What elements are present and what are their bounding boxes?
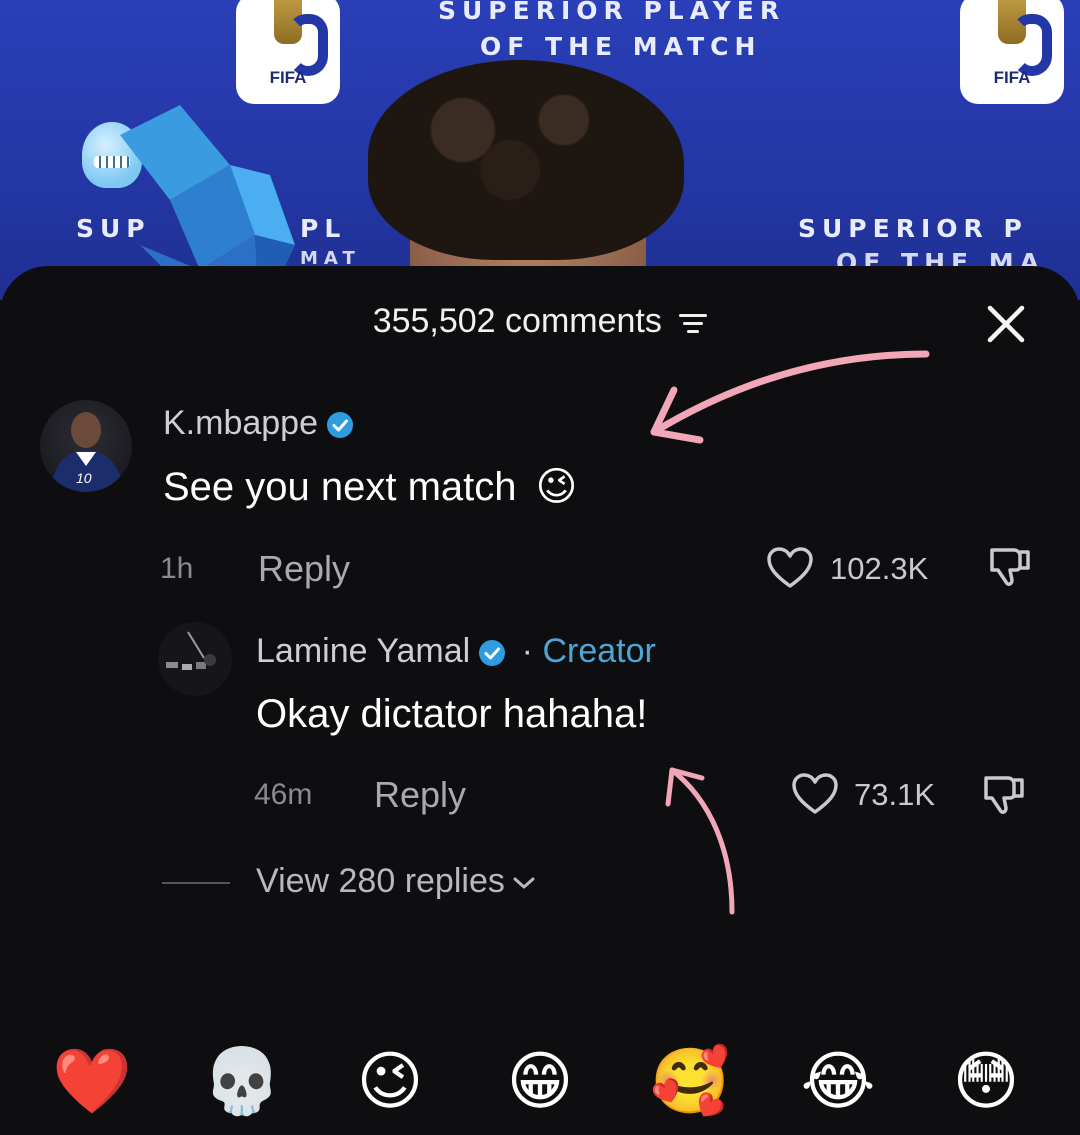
fifa-label: FIFA [993,68,1031,87]
flushed-emoji-button[interactable]: 😳 [948,1044,1024,1120]
player-photo [360,60,690,300]
reply-button[interactable]: Reply [258,548,350,590]
comment-time: 46m [254,778,313,811]
skull-emoji-button[interactable]: 💀 [202,1044,282,1120]
laugh-emoji-button[interactable]: 😂 [800,1044,876,1120]
avatar-jersey-number: 10 [76,470,92,486]
comment-text: Okay dictator hahaha! [256,692,648,736]
grin-emoji-button[interactable]: 😁 [502,1044,578,1120]
avatar[interactable]: 10 [40,400,132,492]
filter-icon[interactable] [679,311,708,335]
wink-emoji-button[interactable]: 😉 [352,1044,428,1120]
verified-badge-icon [327,412,353,439]
comment-author[interactable]: K.mbappe [163,404,354,443]
comment-count[interactable]: 355,502 comments [0,302,1080,341]
separator-dot: · [521,632,533,670]
comment-time: 1h [160,552,194,585]
heart-icon[interactable] [766,546,814,590]
verified-badge-icon [479,640,506,667]
fifa-logo: FIFA [236,0,340,104]
comment-text: See you next match 😉 [163,464,577,510]
wink-emoji-icon: 😉 [535,465,578,509]
chevron-down-icon [513,877,535,889]
heart-icon[interactable] [791,772,839,816]
comment-count-label: 355,502 comments [372,302,662,340]
divider [162,882,230,885]
comment-body: See you next match [163,465,517,509]
sheet-header: 355,502 comments [0,266,1080,378]
hearts-face-emoji-button[interactable]: 🥰 [650,1044,730,1120]
close-icon[interactable] [984,302,1028,346]
banner-text: SUPERIOR PLAYER [438,0,786,25]
avatar-photo [158,622,232,696]
dislike-icon[interactable] [980,772,1028,816]
like-count: 73.1K [854,777,936,812]
author-name: Lamine Yamal [256,632,471,670]
view-replies-label: View 280 replies [256,862,505,900]
fifa-logo: FIFA [960,0,1064,104]
fifa-label: FIFA [269,68,307,87]
emoji-quick-bar: ❤️ 💀 😉 😁 🥰 😂 😳 [0,1044,1080,1124]
dislike-icon[interactable] [986,544,1034,588]
banner-text: SUPERIOR P [798,214,1028,243]
heart-emoji-button[interactable]: ❤️ [52,1044,132,1120]
creator-label: Creator [542,632,656,670]
avatar[interactable] [158,622,232,696]
reply-button[interactable]: Reply [374,774,466,816]
banner-text: PL [300,214,347,243]
like-count: 102.3K [830,551,929,586]
author-name: K.mbappe [163,404,318,442]
banner-text: OF THE MATCH [480,32,762,61]
view-replies-button[interactable]: View 280 replies [162,862,537,902]
comment-author[interactable]: Lamine Yamal · Creator [256,632,656,671]
